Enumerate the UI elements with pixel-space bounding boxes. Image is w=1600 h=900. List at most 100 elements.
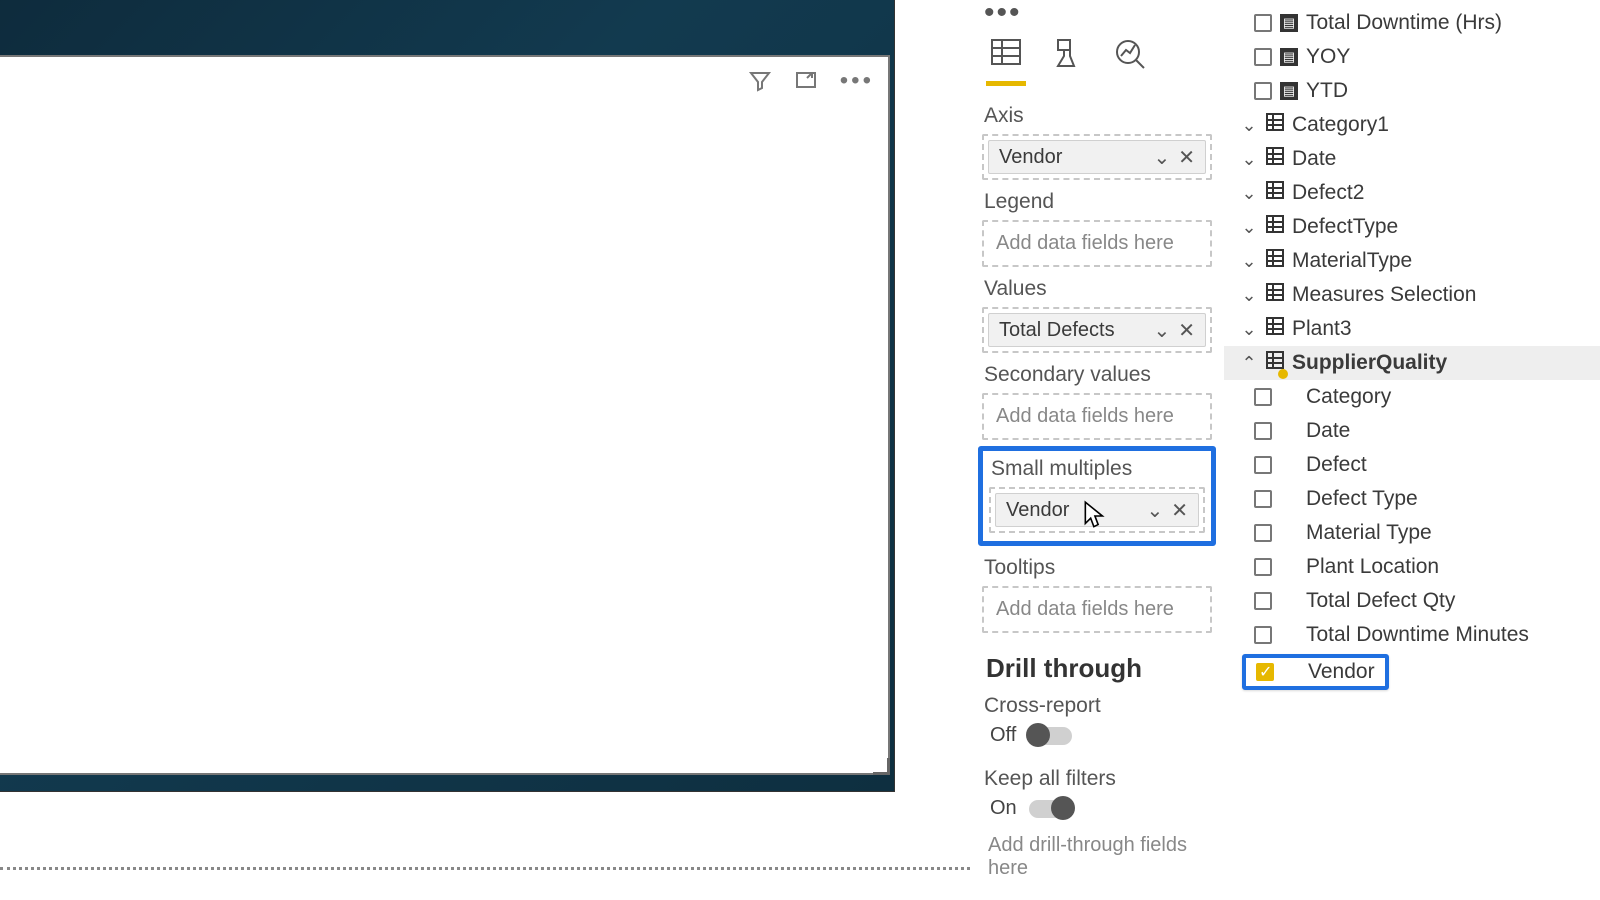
field-label: Defect <box>1306 453 1367 477</box>
field-label: Defect Type <box>1306 487 1418 511</box>
more-options-icon[interactable]: ••• <box>840 69 874 97</box>
axis-field-chip[interactable]: Vendor ⌄ ✕ <box>988 140 1206 174</box>
panel-more-icon[interactable]: ••• <box>970 6 1224 28</box>
checkbox-icon[interactable] <box>1256 663 1274 681</box>
tooltips-well-label: Tooltips <box>984 556 1210 580</box>
field-label: Total Downtime Minutes <box>1306 623 1529 647</box>
checkbox-icon[interactable] <box>1254 48 1272 66</box>
values-field-chip[interactable]: Total Defects ⌄ ✕ <box>988 313 1206 347</box>
table-icon <box>1266 215 1284 239</box>
field-item-measure[interactable]: ▤ Total Downtime (Hrs) <box>1224 6 1600 40</box>
table-row[interactable]: ⌄ MaterialType <box>1224 244 1600 278</box>
checkbox-icon[interactable] <box>1254 456 1272 474</box>
chevron-up-icon[interactable]: ⌃ <box>1240 353 1258 374</box>
field-label: Material Type <box>1306 521 1432 545</box>
table-row[interactable]: ⌄ Date <box>1224 142 1600 176</box>
field-item[interactable]: Defect Type <box>1224 482 1600 516</box>
small-multiples-well[interactable]: Vendor ⌄ ✕ <box>989 487 1205 533</box>
field-item[interactable]: Defect <box>1224 448 1600 482</box>
tab-format[interactable] <box>1052 38 1084 86</box>
field-item[interactable]: Total Defect Qty <box>1224 584 1600 618</box>
measure-icon: ▤ <box>1280 82 1298 100</box>
cross-report-toggle[interactable] <box>1028 727 1072 745</box>
field-label: Total Downtime (Hrs) <box>1306 11 1502 35</box>
table-row[interactable]: ⌄ Plant3 <box>1224 312 1600 346</box>
table-icon <box>1266 181 1284 205</box>
table-icon <box>1266 113 1284 137</box>
table-row[interactable]: ⌄ DefectType <box>1224 210 1600 244</box>
keep-filters-toggle[interactable] <box>1029 800 1073 818</box>
table-row[interactable]: ⌄ Category1 <box>1224 108 1600 142</box>
field-item-highlighted[interactable]: Vendor <box>1242 654 1389 690</box>
keep-filters-value: On <box>990 797 1017 820</box>
table-icon <box>1266 283 1284 307</box>
visual-placeholder[interactable]: ••• <box>0 55 890 775</box>
field-item[interactable]: Total Downtime Minutes <box>1224 618 1600 652</box>
field-item[interactable]: Date <box>1224 414 1600 448</box>
chevron-down-icon[interactable]: ⌄ <box>1240 251 1258 272</box>
field-item[interactable]: Category <box>1224 380 1600 414</box>
checkbox-icon[interactable] <box>1254 388 1272 406</box>
field-item[interactable]: Plant Location <box>1224 550 1600 584</box>
chevron-down-icon[interactable]: ⌄ <box>1240 149 1258 170</box>
table-row-expanded[interactable]: ⌃ SupplierQuality <box>1224 346 1600 380</box>
table-label: DefectType <box>1292 215 1398 239</box>
drill-through-heading: Drill through <box>986 653 1210 684</box>
remove-field-icon[interactable]: ✕ <box>1174 145 1199 170</box>
axis-well[interactable]: Vendor ⌄ ✕ <box>982 134 1212 180</box>
checkbox-icon[interactable] <box>1254 626 1272 644</box>
checkbox-icon[interactable] <box>1254 14 1272 32</box>
checkbox-icon[interactable] <box>1254 490 1272 508</box>
checkbox-icon[interactable] <box>1254 422 1272 440</box>
table-label: Plant3 <box>1292 317 1352 341</box>
checkbox-icon[interactable] <box>1254 82 1272 100</box>
field-label: YOY <box>1306 45 1350 69</box>
chevron-down-icon[interactable]: ⌄ <box>1142 498 1167 523</box>
field-item[interactable]: Material Type <box>1224 516 1600 550</box>
table-label: SupplierQuality <box>1292 351 1447 375</box>
tab-analytics[interactable] <box>1114 38 1148 86</box>
filter-icon[interactable] <box>748 69 772 97</box>
drill-through-placeholder: Add drill-through fields here <box>982 824 1212 880</box>
checkbox-icon[interactable] <box>1254 558 1272 576</box>
field-label: YTD <box>1306 79 1348 103</box>
table-row[interactable]: ⌄ Measures Selection <box>1224 278 1600 312</box>
table-row[interactable]: ⌄ Defect2 <box>1224 176 1600 210</box>
chevron-down-icon[interactable]: ⌄ <box>1149 145 1174 170</box>
remove-field-icon[interactable]: ✕ <box>1167 498 1192 523</box>
chevron-down-icon[interactable]: ⌄ <box>1240 285 1258 306</box>
field-label: Date <box>1306 419 1350 443</box>
tab-fields[interactable] <box>990 38 1022 86</box>
legend-well-label: Legend <box>984 190 1210 214</box>
table-label: Defect2 <box>1292 181 1364 205</box>
measure-icon: ▤ <box>1280 14 1298 32</box>
field-label: Plant Location <box>1306 555 1439 579</box>
small-multiples-well-label: Small multiples <box>991 457 1203 481</box>
secondary-values-well[interactable]: Add data fields here <box>982 393 1212 440</box>
chip-label: Total Defects <box>999 319 1115 342</box>
checkbox-icon[interactable] <box>1254 524 1272 542</box>
chip-label: Vendor <box>999 146 1062 169</box>
small-multiples-field-chip[interactable]: Vendor ⌄ ✕ <box>995 493 1199 527</box>
chevron-down-icon[interactable]: ⌄ <box>1240 319 1258 340</box>
focus-mode-icon[interactable] <box>794 69 818 97</box>
cross-report-label: Cross-report <box>984 694 1210 718</box>
values-well[interactable]: Total Defects ⌄ ✕ <box>982 307 1212 353</box>
field-label: Total Defect Qty <box>1306 589 1455 613</box>
legend-well[interactable]: Add data fields here <box>982 220 1212 267</box>
chevron-down-icon[interactable]: ⌄ <box>1240 115 1258 136</box>
tooltips-well[interactable]: Add data fields here <box>982 586 1212 633</box>
field-item-measure[interactable]: ▤ YOY <box>1224 40 1600 74</box>
table-label: Date <box>1292 147 1336 171</box>
remove-field-icon[interactable]: ✕ <box>1174 318 1199 343</box>
chevron-down-icon[interactable]: ⌄ <box>1240 183 1258 204</box>
cross-report-value: Off <box>990 724 1016 747</box>
chevron-down-icon[interactable]: ⌄ <box>1240 217 1258 238</box>
table-icon <box>1266 351 1284 375</box>
chevron-down-icon[interactable]: ⌄ <box>1149 318 1174 343</box>
fields-panel: ▤ Total Downtime (Hrs) ▤ YOY ▤ YTD ⌄ Cat… <box>1224 0 1600 900</box>
field-label: Vendor <box>1308 660 1375 684</box>
field-item-measure[interactable]: ▤ YTD <box>1224 74 1600 108</box>
checkbox-icon[interactable] <box>1254 592 1272 610</box>
cursor-icon <box>1082 500 1110 532</box>
